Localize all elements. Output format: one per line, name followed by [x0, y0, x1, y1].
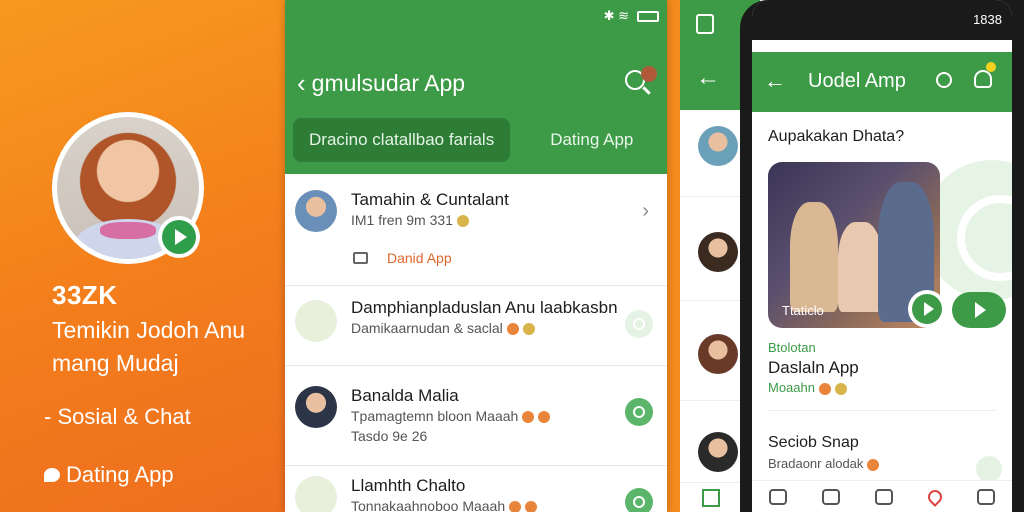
folder-icon: [353, 252, 368, 264]
notification-badge: [986, 62, 996, 72]
read-icon[interactable]: [625, 398, 653, 426]
chat-preview: Tonnakaahnoboo Maaah: [351, 498, 538, 512]
back-arrow-icon[interactable]: ←: [696, 64, 720, 92]
tab-active[interactable]: Dracino clatallbao farials: [293, 118, 511, 162]
heart-icon[interactable]: [924, 486, 945, 507]
list-item[interactable]: Tamahin & Cuntalant IM1 fren 9m 331 › Da…: [285, 174, 667, 286]
signal-icon: ✱ ≋: [603, 8, 629, 23]
home-icon[interactable]: [769, 488, 788, 505]
avatar[interactable]: [698, 334, 738, 374]
search-icon[interactable]: [936, 72, 952, 88]
tab-dating-app[interactable]: Dating App: [534, 118, 649, 162]
tagline: Temikin Jodoh Anu mang Mudaj: [52, 317, 246, 376]
chat-preview: IM1 fren 9m 331: [351, 212, 469, 228]
chat-name: Tamahin & Cuntalant: [351, 190, 509, 209]
card-title[interactable]: Daslaln App: [768, 358, 859, 378]
play-icon[interactable]: [158, 216, 200, 258]
chat-name: Llamhth Chalto: [351, 476, 466, 495]
chat-list-screen: ✱ ≋ ‹ gmulsudar App Dracino clatallbao f…: [285, 0, 667, 512]
notification-icon[interactable]: [974, 70, 992, 88]
chat-preview-2: Tasdo 9e 26: [351, 428, 428, 444]
brand-name: 33ZK: [52, 280, 118, 310]
page-title: gmulsudar App: [311, 70, 466, 96]
avatar[interactable]: [698, 432, 738, 472]
list-item[interactable]: Llamhth Chalto Tonnakaahnoboo Maaah: [285, 466, 667, 512]
section-2-title[interactable]: Seciob Snap: [768, 434, 859, 452]
avatar[interactable]: [698, 126, 738, 166]
list-item[interactable]: Banalda Malia Tpamagtemn bloon Maaah Tas…: [285, 366, 667, 466]
leaf-icon: [295, 476, 337, 512]
heart-icon: [295, 300, 337, 342]
list-item[interactable]: Damphianpladuslan Anu laabkasbn Damikaar…: [285, 286, 667, 366]
card-tag: Btolotan: [768, 340, 816, 355]
people-icon[interactable]: [976, 488, 995, 505]
app-header: ← Uodel Amp: [752, 52, 1012, 112]
section-2-subtitle: Bradaonr alodak: [768, 456, 880, 471]
avatar[interactable]: [641, 66, 657, 82]
feature-dating-app: Dating App: [44, 462, 174, 488]
avatar: [295, 190, 337, 232]
back-arrow-icon[interactable]: ←: [764, 68, 786, 94]
chat-preview: Damikaarnudan & saclal: [351, 320, 535, 336]
chat-bubble-icon: [44, 468, 60, 482]
battery-icon: [637, 10, 659, 22]
avatar: [295, 386, 337, 428]
grid-icon[interactable]: [702, 489, 720, 507]
phone-device: 1838 ← Uodel Amp Aupakakan Dhata? Ttatic…: [740, 0, 1024, 512]
avatar[interactable]: [698, 232, 738, 272]
back-icon[interactable]: ‹: [297, 68, 306, 99]
card-subtitle: Moaahn: [768, 380, 847, 395]
check-icon[interactable]: [976, 456, 1002, 482]
explore-icon[interactable]: [874, 488, 893, 505]
profile-icon[interactable]: [822, 488, 841, 505]
play-icon[interactable]: [908, 290, 946, 328]
chat-name: Damphianpladuslan Anu laabkasbn: [351, 298, 618, 317]
photo-caption: Ttaticlo: [782, 303, 824, 318]
app-header: ✱ ≋ ‹ gmulsudar App Dracino clatallbao f…: [285, 0, 667, 174]
feature-social-chat: - Sosial & Chat: [44, 404, 191, 429]
bottom-nav: [752, 480, 1012, 512]
play-button[interactable]: [952, 292, 1006, 328]
chevron-right-icon[interactable]: ›: [642, 200, 649, 223]
folder-label[interactable]: Danid App: [387, 250, 452, 266]
chat-preview: Tpamagtemn bloon Maaah: [351, 408, 551, 424]
tab-bar: Dracino clatallbao farials Dating App: [293, 118, 659, 162]
chat-name: Banalda Malia: [351, 386, 459, 405]
phone-screen: 1838 ← Uodel Amp Aupakakan Dhata? Ttatic…: [752, 0, 1012, 512]
page-title: Uodel Amp: [808, 70, 906, 92]
status-bar: 1838: [752, 0, 1012, 40]
calendar-icon[interactable]: [696, 14, 714, 34]
read-icon[interactable]: [625, 310, 653, 338]
promo-panel: 33ZK Temikin Jodoh Anu mang Mudaj - Sosi…: [0, 0, 285, 512]
section-title: Aupakakan Dhata?: [768, 128, 905, 145]
status-time: 1838: [973, 12, 1002, 27]
status-bar: ✱ ≋: [604, 8, 659, 24]
read-icon[interactable]: [625, 488, 653, 512]
